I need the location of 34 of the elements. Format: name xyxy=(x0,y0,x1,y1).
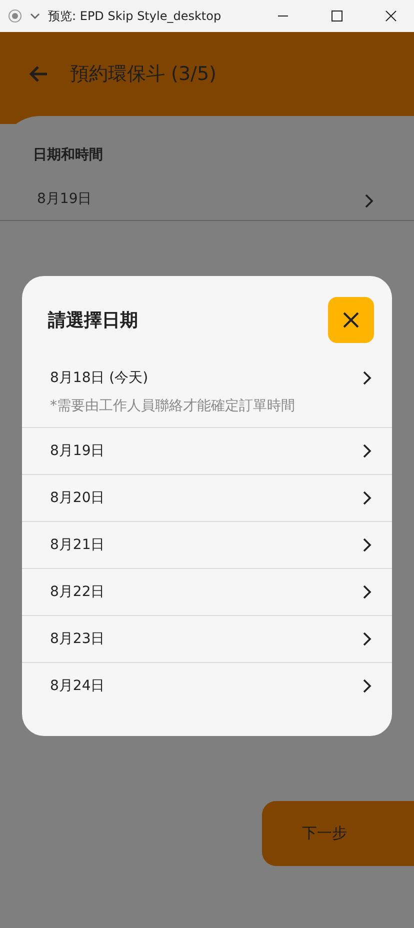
close-dialog-button[interactable] xyxy=(328,297,374,343)
date-option[interactable]: 8月21日 xyxy=(22,522,392,569)
chevron-right-icon xyxy=(362,491,372,505)
date-option[interactable]: 8月24日 xyxy=(22,663,392,709)
maximize-icon xyxy=(331,10,343,22)
date-label: 8月18日 (今天) xyxy=(50,369,150,388)
date-option[interactable]: 8月22日 xyxy=(22,569,392,616)
record-icon xyxy=(8,9,22,23)
date-option[interactable]: 8月18日 (今天) *需要由工作人員聯絡才能確定訂單時間 xyxy=(22,355,392,428)
chevron-down-icon[interactable] xyxy=(30,12,40,20)
date-option[interactable]: 8月23日 xyxy=(22,616,392,663)
date-selector[interactable]: 8月19日 xyxy=(0,190,414,221)
date-label: 8月21日 xyxy=(50,536,105,555)
dialog-title: 請選擇日期 xyxy=(48,309,138,332)
chevron-right-icon xyxy=(364,194,374,208)
date-note: *需要由工作人員聯絡才能確定訂單時間 xyxy=(50,397,295,415)
chevron-right-icon xyxy=(362,444,372,458)
date-label: 8月24日 xyxy=(50,677,105,696)
close-icon xyxy=(342,311,360,329)
chevron-right-icon xyxy=(362,585,372,599)
date-label: 8月22日 xyxy=(50,583,105,602)
section-label: 日期和時間 xyxy=(33,146,104,164)
close-icon xyxy=(385,10,397,22)
chevron-right-icon xyxy=(362,371,372,385)
page-title: 預約環保斗 (3/5) xyxy=(70,62,216,87)
date-label: 8月19日 xyxy=(50,442,105,461)
chevron-right-icon xyxy=(362,538,372,552)
date-label: 8月23日 xyxy=(50,630,105,649)
chevron-right-icon xyxy=(362,632,372,646)
date-option[interactable]: 8月20日 xyxy=(22,475,392,522)
date-option[interactable]: 8月19日 xyxy=(22,428,392,475)
date-label: 8月20日 xyxy=(50,489,105,508)
window-title: 预览: EPD Skip Style_desktop xyxy=(48,8,222,24)
chevron-right-icon xyxy=(362,679,372,693)
